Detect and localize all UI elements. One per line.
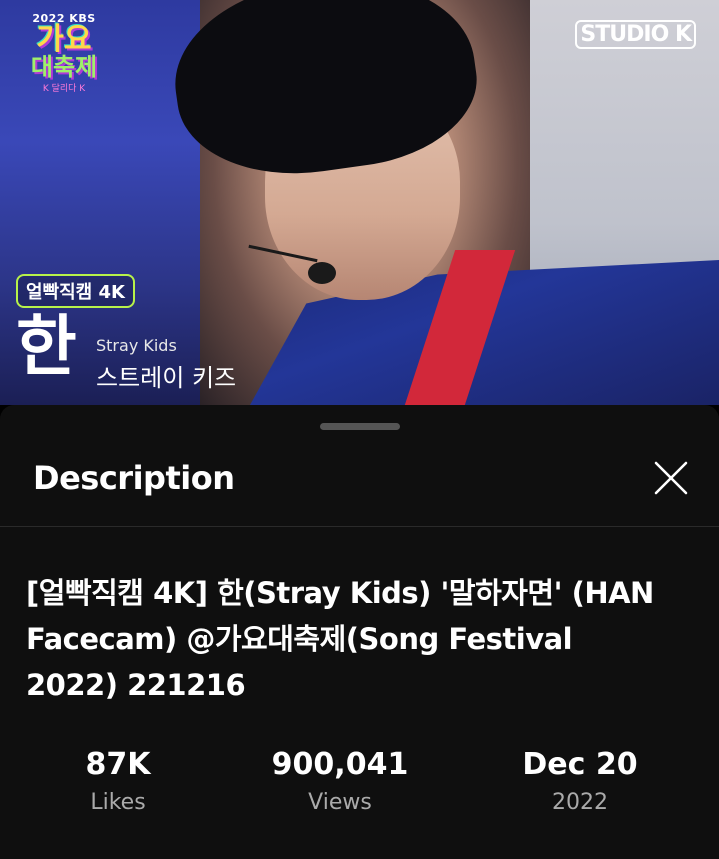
drag-handle[interactable] (320, 423, 400, 430)
video-player[interactable]: 2022 KBS 가요 대축제 K 달리다 K STUDIO K 얼빡직캠 4K… (0, 0, 719, 405)
sheet-title: Description (33, 459, 235, 497)
facecam-tag: 얼빡직캠 4K (16, 274, 135, 308)
description-sheet: Description [얼빡직캠 4K] 한(Stray Kids) '말하자… (0, 405, 719, 859)
views-label: Views (308, 790, 372, 815)
member-name: 한 (16, 308, 77, 385)
likes-count: 87K (85, 747, 151, 782)
video-title: [얼빡직캠 4K] 한(Stray Kids) '말하자면' (HAN Face… (26, 576, 654, 702)
kbs-title-line1: 가요 (36, 22, 92, 57)
stat-date: Dec 20 2022 (470, 747, 690, 823)
views-count: 900,041 (271, 747, 409, 782)
stat-likes: 87K Likes (8, 747, 228, 823)
upload-year: 2022 (552, 790, 608, 815)
kbs-festival-logo: 2022 KBS 가요 대축제 K 달리다 K (18, 12, 110, 94)
group-name-en: Stray Kids (96, 336, 177, 355)
stat-views: 900,041 Views (230, 747, 450, 823)
upload-date: Dec 20 (522, 747, 638, 782)
group-name-ko: 스트레이 키즈 (96, 364, 237, 392)
close-button[interactable] (648, 455, 694, 501)
studio-k-text: STUDIO K (575, 20, 696, 49)
kbs-title-line2: 대축제 (30, 53, 98, 81)
kbs-subtitle: K 달리다 K (42, 84, 86, 94)
studio-k-logo: STUDIO K (575, 20, 699, 49)
likes-label: Likes (90, 790, 146, 815)
header-divider (0, 526, 719, 527)
headset-mic (308, 262, 336, 284)
close-icon (654, 461, 688, 495)
